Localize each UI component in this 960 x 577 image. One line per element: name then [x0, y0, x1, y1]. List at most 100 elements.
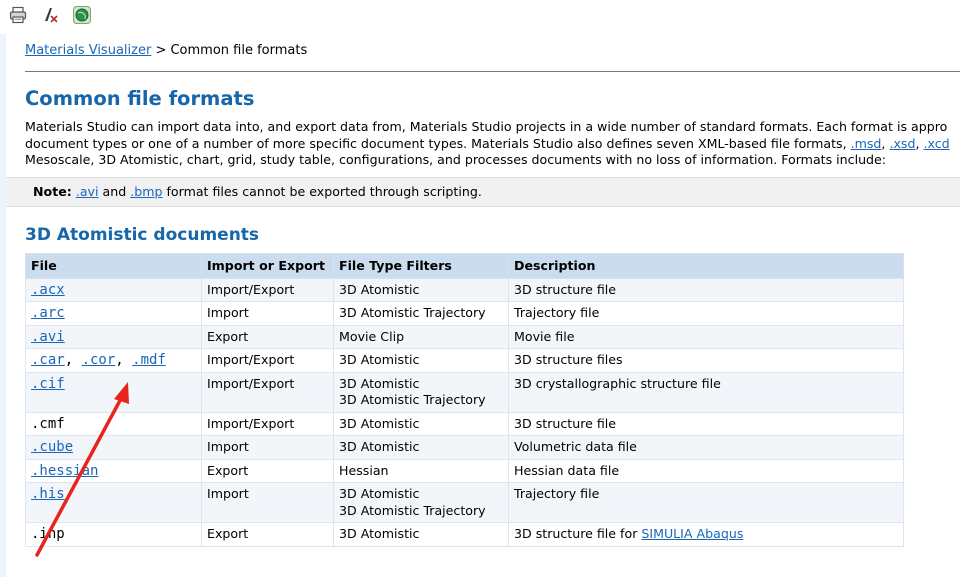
file-extension-link[interactable]: .car — [31, 352, 65, 368]
help-page: Materials Visualizer > Common file forma… — [6, 34, 960, 577]
help-content-area: Materials Visualizer > Common file forma… — [0, 34, 960, 577]
cell-file-type-filters: 3D Atomistic — [333, 348, 509, 373]
note-label: Note: — [33, 183, 72, 199]
cell-file: .inp — [25, 522, 202, 547]
file-extension-label: .cmf — [31, 415, 65, 432]
filter-label: Movie Clip — [339, 328, 405, 344]
cell-import-export: Import/Export — [201, 371, 334, 413]
filter-label: 3D Atomistic — [339, 375, 420, 391]
cell-import-export: Import/Export — [201, 277, 334, 302]
cell-file-type-filters: 3D Atomistic — [333, 277, 509, 302]
table-row: .acx Import/Export 3D Atomistic 3D structur… — [25, 277, 904, 302]
file-extension-link[interactable]: .cif — [31, 376, 65, 392]
link-xcd[interactable]: .xcd — [923, 136, 949, 151]
intro-line-1: Materials Studio can import data into, a… — [25, 119, 948, 134]
cell-file: .car, .cor, .mdf — [25, 348, 202, 373]
file-separator: , — [115, 352, 133, 368]
cell-file: .hessian — [25, 458, 202, 483]
table-row: .car, .cor, .mdf Import/Export 3D Atomisti… — [25, 348, 904, 373]
file-extension-label: .inp — [31, 526, 65, 542]
description-text: 3D structure file — [514, 281, 617, 297]
description-link[interactable]: SIMULIA Abaqus — [641, 526, 743, 541]
breadcrumb-separator: > — [151, 43, 171, 58]
table-row: .inp Export 3D Atomistic 3D structure file … — [25, 522, 904, 547]
cell-description: Hessian data file — [508, 458, 904, 483]
cell-file-type-filters: 3D Atomistic — [333, 411, 509, 436]
table-header-row: File Import or Export File Type Filters … — [25, 252, 904, 279]
filter-label: 3D Atomistic — [339, 439, 420, 454]
globe-icon[interactable] — [72, 5, 92, 25]
table-row: .his Import 3D Atomistic 3D Atomistic Traje… — [25, 482, 904, 523]
file-extension-link[interactable]: .cube — [31, 439, 73, 455]
description-text: 3D crystallographic structure file — [514, 375, 721, 391]
breadcrumb: Materials Visualizer > Common file forma… — [25, 43, 960, 61]
note-link-bmp[interactable]: .bmp — [130, 184, 162, 199]
breadcrumb-link-materials-visualizer[interactable]: Materials Visualizer — [25, 43, 151, 58]
clear-highlight-icon[interactable] — [40, 5, 60, 25]
cell-description: Movie file — [508, 324, 904, 349]
file-extension-link[interactable]: .hessian — [31, 463, 98, 479]
table-row: .hessian Export Hessian Hessian data file — [25, 458, 904, 483]
cell-import-export: Import/Export — [201, 411, 334, 436]
header-import-export: Import or Export — [201, 252, 334, 279]
toolbar — [0, 0, 960, 30]
table-body: .acx Import/Export 3D Atomistic 3D structur… — [25, 277, 904, 547]
description-text: Hessian data file — [514, 462, 620, 478]
table-row: .cif Import/Export 3D Atomistic 3D Atomisti… — [25, 371, 904, 413]
cell-file-type-filters: 3D Atomistic 3D Atomistic Trajectory — [333, 482, 509, 523]
header-divider — [25, 71, 960, 72]
cell-file: .his — [25, 482, 202, 523]
filter-label: 3D Atomistic — [339, 352, 420, 367]
description-text: 3D structure file for — [514, 526, 642, 541]
table-row: .cube Import 3D Atomistic Volumetric data f… — [25, 435, 904, 460]
cell-import-export: Export — [201, 458, 334, 483]
cell-description: 3D structure file for SIMULIA Abaqus — [508, 522, 904, 547]
filter-label: 3D Atomistic — [339, 281, 420, 297]
table-row: .cmf Import/Export 3D Atomistic 3D structur… — [25, 411, 904, 436]
cell-description: 3D structure files — [508, 348, 904, 373]
filter-label: 3D Atomistic — [339, 526, 420, 541]
description-text: Trajectory file — [514, 486, 600, 501]
cell-file: .cube — [25, 435, 202, 460]
intro-paragraph: Materials Studio can import data into, a… — [25, 119, 960, 169]
note-box: Note: .avi and .bmp format files cannot … — [6, 176, 960, 207]
link-msd[interactable]: .msd — [851, 136, 882, 151]
file-formats-table: File Import or Export File Type Filters … — [25, 252, 904, 547]
cell-file: .arc — [25, 301, 202, 326]
printer-icon[interactable] — [8, 5, 28, 25]
file-extension-link[interactable]: .arc — [31, 305, 65, 321]
cell-file: .cmf — [25, 411, 202, 436]
filter-label: 3D Atomistic — [339, 486, 420, 501]
filter-label: 3D Atomistic Trajectory — [339, 305, 486, 320]
filter-label: 3D Atomistic — [339, 415, 420, 431]
cell-import-export: Import — [201, 435, 334, 460]
table-row: .avi Export Movie Clip Movie file — [25, 324, 904, 349]
cell-file-type-filters: 3D Atomistic 3D Atomistic Trajectory — [333, 371, 509, 413]
cell-import-export: Import/Export — [201, 348, 334, 373]
cell-import-export: Export — [201, 324, 334, 349]
cell-file-type-filters: 3D Atomistic — [333, 435, 509, 460]
header-file: File — [25, 252, 202, 279]
description-text: Trajectory file — [514, 305, 600, 320]
filter-label: Hessian — [339, 462, 389, 478]
cell-file: .avi — [25, 324, 202, 349]
file-extension-link[interactable]: .cor — [82, 352, 116, 368]
page-title: Common file formats — [25, 87, 255, 110]
cell-file-type-filters: Movie Clip — [333, 324, 509, 349]
link-xsd[interactable]: .xsd — [889, 136, 915, 151]
cell-description: Volumetric data file — [508, 435, 904, 460]
file-extension-link[interactable]: .mdf — [132, 352, 166, 368]
description-text: 3D structure files — [514, 352, 623, 367]
filter-label: 3D Atomistic Trajectory — [339, 392, 486, 407]
cell-import-export: Import — [201, 482, 334, 523]
file-extension-link[interactable]: .avi — [31, 329, 65, 345]
file-extension-link[interactable]: .his — [31, 486, 65, 502]
cell-description: 3D crystallographic structure file — [508, 371, 904, 413]
cell-import-export: Import — [201, 301, 334, 326]
cell-description: 3D structure file — [508, 411, 904, 436]
intro-line-2-text: document types or one of a number of mor… — [25, 135, 851, 151]
file-extension-link[interactable]: .acx — [31, 282, 65, 298]
cell-file-type-filters: 3D Atomistic — [333, 522, 509, 547]
description-text: 3D structure file — [514, 415, 617, 431]
note-link-avi[interactable]: .avi — [76, 184, 99, 199]
